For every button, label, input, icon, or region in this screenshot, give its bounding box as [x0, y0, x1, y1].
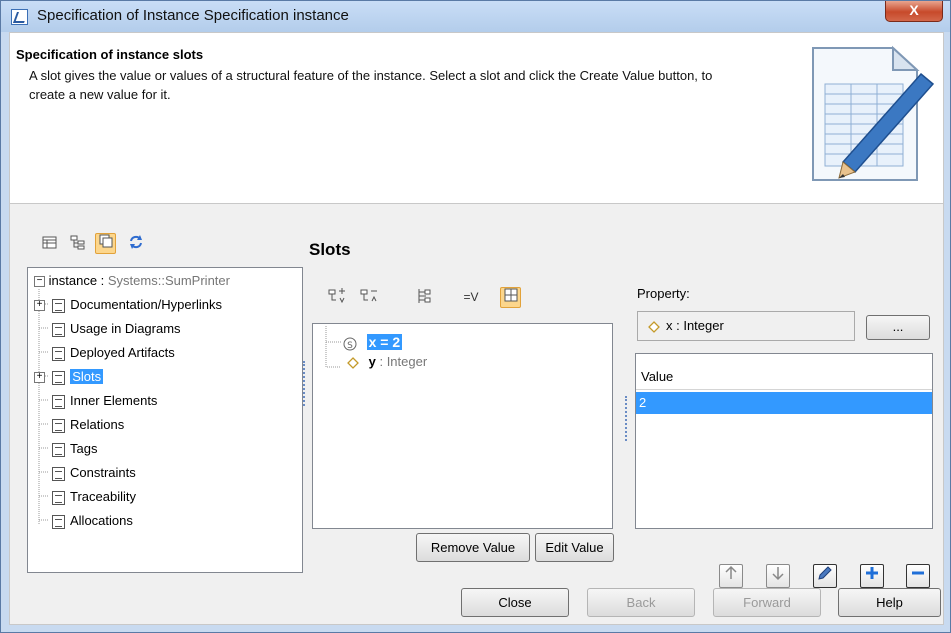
tree-icon: [70, 235, 84, 250]
slot-row-x[interactable]: S x = 2: [343, 331, 403, 353]
page-icon: [52, 514, 65, 529]
app-icon: [11, 9, 28, 25]
svg-text:S: S: [347, 341, 353, 351]
header-description: A slot gives the value or values of a st…: [29, 68, 713, 102]
back-button[interactable]: Back: [587, 588, 695, 617]
expand-icon[interactable]: +: [34, 372, 45, 384]
grid-icon: [504, 288, 517, 302]
values-table[interactable]: Value 2: [635, 353, 933, 529]
page-icon: [52, 394, 65, 409]
remove-button[interactable]: [906, 564, 930, 588]
add-value-button[interactable]: [860, 564, 884, 588]
expand-all-button[interactable]: [326, 288, 347, 309]
forward-button[interactable]: Forward: [713, 588, 821, 617]
property-label: Property:: [637, 286, 690, 301]
hierarchy-button[interactable]: [413, 288, 434, 309]
hierarchy-icon: [418, 289, 430, 303]
tree-item-inner-elements[interactable]: Inner Elements: [52, 390, 157, 412]
tree-item-tags[interactable]: Tags: [52, 438, 97, 460]
grid-view-button[interactable]: [500, 287, 521, 308]
remove-value-button[interactable]: Remove Value: [416, 533, 530, 562]
tree-item-documentation[interactable]: + Documentation/Hyperlinks: [34, 294, 222, 316]
minus-icon: [912, 571, 924, 575]
slots-title: Slots: [309, 240, 351, 259]
tree-item-deployed-artifacts[interactable]: Deployed Artifacts: [52, 342, 175, 364]
page-icon: [52, 466, 65, 481]
page-icon: [52, 298, 66, 313]
document-pencil-icon: [812, 45, 935, 181]
right-splitter[interactable]: [625, 396, 627, 441]
show-values-button[interactable]: =V: [456, 288, 486, 309]
tree-item-slots[interactable]: + Slots: [34, 366, 104, 388]
tree-view-button[interactable]: [67, 235, 88, 256]
page-icon: [52, 442, 65, 457]
browse-property-button[interactable]: ...: [866, 315, 930, 340]
arrow-up-icon: [725, 565, 737, 579]
header-title: Specification of instance slots: [16, 47, 204, 62]
property-icon: [347, 356, 359, 369]
move-up-button[interactable]: [719, 564, 743, 588]
edit-button[interactable]: [813, 564, 837, 588]
plus-icon: [866, 567, 878, 579]
close-button[interactable]: Close: [461, 588, 569, 617]
page-icon: [52, 370, 66, 385]
panel-icon: [99, 234, 112, 248]
left-splitter[interactable]: [303, 361, 305, 406]
help-button[interactable]: Help: [838, 588, 941, 617]
close-window-button[interactable]: X: [885, 1, 943, 22]
tree-item-constraints[interactable]: Constraints: [52, 462, 136, 484]
slot-value-icon: S: [343, 337, 357, 351]
page-icon: [52, 418, 65, 433]
collapse-all-button[interactable]: [358, 288, 379, 309]
slots-tree[interactable]: S x = 2 y : Integer: [312, 323, 613, 529]
expand-all-icon: [328, 288, 345, 304]
table-icon: [42, 236, 57, 249]
pencil-icon: [818, 566, 832, 580]
table-view-button[interactable]: [39, 235, 60, 256]
property-icon: [648, 320, 660, 333]
slot-row-y[interactable]: y : Integer: [347, 351, 427, 373]
value-row[interactable]: 2: [636, 392, 932, 414]
edit-value-button[interactable]: Edit Value: [535, 533, 614, 562]
tree-item-traceability[interactable]: Traceability: [52, 486, 136, 508]
collapse-all-icon: [360, 289, 377, 302]
tree-item-usage-in-diagrams[interactable]: Usage in Diagrams: [52, 318, 181, 340]
arrow-down-icon: [772, 567, 784, 581]
value-column-header[interactable]: Value: [636, 364, 932, 390]
page-icon: [52, 346, 65, 361]
page-icon: [52, 490, 65, 505]
panel-view-button[interactable]: [95, 233, 116, 254]
dialog-window: Specification of Instance Specification …: [0, 0, 951, 633]
tree-item-relations[interactable]: Relations: [52, 414, 124, 436]
expand-icon[interactable]: +: [34, 300, 45, 312]
page-icon: [52, 322, 65, 337]
property-field: x : Integer: [637, 311, 855, 341]
tree-item-allocations[interactable]: Allocations: [52, 510, 133, 532]
specification-tree[interactable]: − instance : Systems::SumPrinter + Docum…: [27, 267, 303, 573]
move-down-button[interactable]: [766, 564, 790, 588]
window-title: Specification of Instance Specification …: [37, 7, 349, 24]
root-type: Systems::SumPrinter: [107, 273, 230, 288]
refresh-button[interactable]: [125, 234, 146, 255]
title-bar[interactable]: Specification of Instance Specification …: [1, 1, 950, 32]
refresh-icon: [129, 235, 142, 249]
